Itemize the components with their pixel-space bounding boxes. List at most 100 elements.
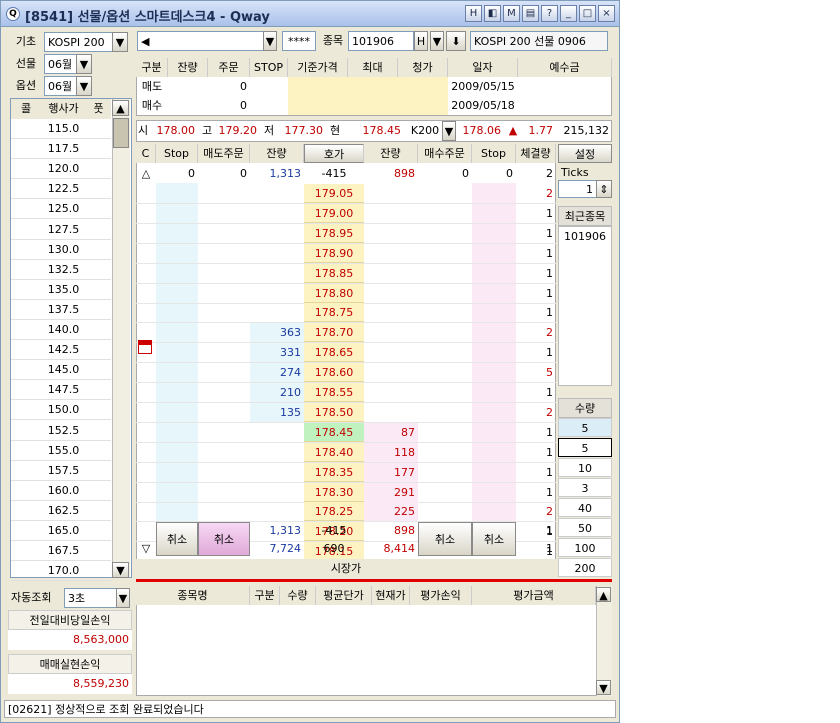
strike-price[interactable]: 120.0	[41, 159, 86, 180]
strike-price[interactable]: 162.5	[41, 501, 86, 521]
k200-dropdown-icon[interactable]: ▼	[442, 121, 456, 141]
strike-price[interactable]: 167.5	[41, 541, 86, 562]
strike-price[interactable]: 117.5	[41, 139, 86, 160]
scroll-thumb	[113, 118, 129, 148]
strike-price[interactable]: 160.0	[41, 481, 86, 501]
strike-price[interactable]: 135.0	[41, 280, 86, 300]
strike-price[interactable]: 157.5	[41, 461, 86, 481]
ladder-sell-rem: 274	[280, 366, 301, 380]
ladder-price[interactable]: 178.35	[304, 462, 364, 482]
instrument-name: KOSPI 200 선물 0906	[470, 31, 608, 51]
info-header: 예수금	[518, 58, 612, 77]
buy-stop-cancel-button[interactable]: 취소	[472, 522, 516, 556]
settings-button[interactable]: 설정	[558, 144, 612, 163]
strike-price[interactable]: 150.0	[41, 400, 86, 421]
strike-price[interactable]: 140.0	[41, 320, 86, 340]
positions-header: 수량	[280, 586, 316, 605]
opt-dropdown-icon[interactable]: ▼	[76, 76, 92, 96]
top-buy-order: 0	[462, 167, 469, 180]
ladder-price[interactable]: 178.70	[304, 323, 364, 343]
strike-price[interactable]: 152.5	[41, 421, 86, 441]
pos-scroll-down-icon[interactable]: ▼	[596, 680, 611, 695]
sell-cancel-button[interactable]: 취소	[156, 522, 198, 556]
qty-option[interactable]: 50	[558, 518, 612, 537]
ladder-sell-rem: 135	[280, 405, 301, 419]
info-date: 2009/05/18	[451, 99, 515, 112]
strike-price[interactable]: 130.0	[41, 240, 86, 260]
ladder-price[interactable]: 178.40	[304, 442, 364, 462]
strike-scrollbar	[112, 99, 130, 577]
h-button[interactable]: H	[414, 31, 428, 51]
status-bar: [02621] 정상적으로 조회 완료되었습니다	[4, 700, 616, 718]
sell-order-cancel-button[interactable]: 취소	[198, 522, 250, 556]
ladder-price[interactable]: 178.55	[304, 383, 364, 402]
ticks-spinner-icon[interactable]: ⇕	[596, 180, 612, 198]
info-order: 0	[240, 80, 247, 93]
ladder-price[interactable]: 178.85	[304, 263, 364, 283]
dropdown-icon[interactable]: ▼	[430, 31, 444, 51]
qty-option[interactable]: 3	[558, 478, 612, 497]
strike-price[interactable]: 115.0	[41, 119, 86, 139]
strike-price[interactable]: 147.5	[41, 380, 86, 401]
quote-k200_val: 178.06	[462, 124, 502, 137]
ladder-price[interactable]: 179.00	[304, 203, 364, 223]
base-dropdown-icon[interactable]: ▼	[112, 32, 128, 52]
ladder-fill: 2	[546, 326, 553, 340]
ladder-price[interactable]: 178.65	[304, 343, 364, 363]
qty-option[interactable]: 200	[558, 558, 612, 577]
qty-option[interactable]: 5	[558, 438, 612, 457]
scroll-up-icon[interactable]: ▲	[112, 100, 129, 116]
code-combo[interactable]: ◀	[137, 31, 277, 51]
ladder-price[interactable]: 178.90	[304, 243, 364, 263]
qty-option[interactable]: 10	[558, 458, 612, 477]
strike-price[interactable]: 132.5	[41, 260, 86, 280]
strike-price[interactable]: 145.0	[41, 360, 86, 381]
strike-price[interactable]: 170.0	[41, 561, 86, 582]
ladder-fill: 5	[546, 366, 553, 380]
qty-option[interactable]: 100	[558, 538, 612, 557]
daily-pl-label: 전일대비당일손익	[8, 610, 132, 630]
ladder-price[interactable]: 178.50	[304, 402, 364, 422]
strike-price[interactable]: 165.0	[41, 521, 86, 541]
buy-cancel-button[interactable]: 취소	[418, 522, 472, 556]
up-triangle-icon[interactable]: △	[136, 164, 156, 183]
qty-option[interactable]: 5	[558, 418, 612, 437]
ladder-price[interactable]: 178.95	[304, 223, 364, 243]
masked-field[interactable]: ****	[282, 31, 316, 51]
ladder-price[interactable]: 179.05	[304, 184, 364, 203]
quote-chg: 1.77	[528, 124, 554, 137]
strike-price[interactable]: 125.0	[41, 199, 86, 220]
ladder-price[interactable]: 178.60	[304, 363, 364, 383]
strike-price[interactable]: 142.5	[41, 340, 86, 361]
quote-open: 178.00	[156, 124, 196, 137]
strike-price[interactable]: 127.5	[41, 220, 86, 240]
strike-price[interactable]: 137.5	[41, 300, 86, 320]
code-input[interactable]: 101906	[348, 31, 414, 51]
auto-label: 자동조회	[11, 591, 52, 604]
ladder-price[interactable]: 178.80	[304, 283, 364, 303]
ladder-header[interactable]: C	[136, 144, 156, 163]
scroll-down-icon[interactable]: ▼	[112, 562, 129, 578]
code-dropdown-icon[interactable]: ▼	[263, 31, 277, 51]
fut-dropdown-icon[interactable]: ▼	[76, 54, 92, 74]
ladder-header[interactable]: 호가	[304, 144, 364, 163]
down-triangle-icon[interactable]: ▽	[136, 540, 156, 557]
realized-value: 8,559,230	[8, 674, 132, 694]
ladder-price[interactable]: 178.75	[304, 303, 364, 323]
info-header: STOP	[250, 58, 288, 77]
ladder-price[interactable]: 178.25	[304, 502, 364, 522]
ladder-header: 잔량	[364, 144, 418, 163]
ladder-fill: 1	[546, 425, 553, 439]
market-order[interactable]: 시장가	[136, 559, 556, 578]
strike-price[interactable]: 155.0	[41, 441, 86, 461]
down-arrow-icon[interactable]: ⬇	[446, 31, 466, 51]
strike-price[interactable]: 122.5	[41, 179, 86, 200]
auto-dropdown-icon[interactable]: ▼	[116, 588, 130, 608]
ladder-price[interactable]: 178.45	[304, 422, 364, 442]
pos-scroll-up-icon[interactable]: ▲	[596, 587, 611, 602]
ladder-fill: 1	[546, 465, 553, 479]
info-order: 0	[240, 99, 247, 112]
recent-item[interactable]: 101906	[558, 227, 612, 246]
qty-option[interactable]: 40	[558, 498, 612, 517]
ladder-price[interactable]: 178.30	[304, 482, 364, 502]
